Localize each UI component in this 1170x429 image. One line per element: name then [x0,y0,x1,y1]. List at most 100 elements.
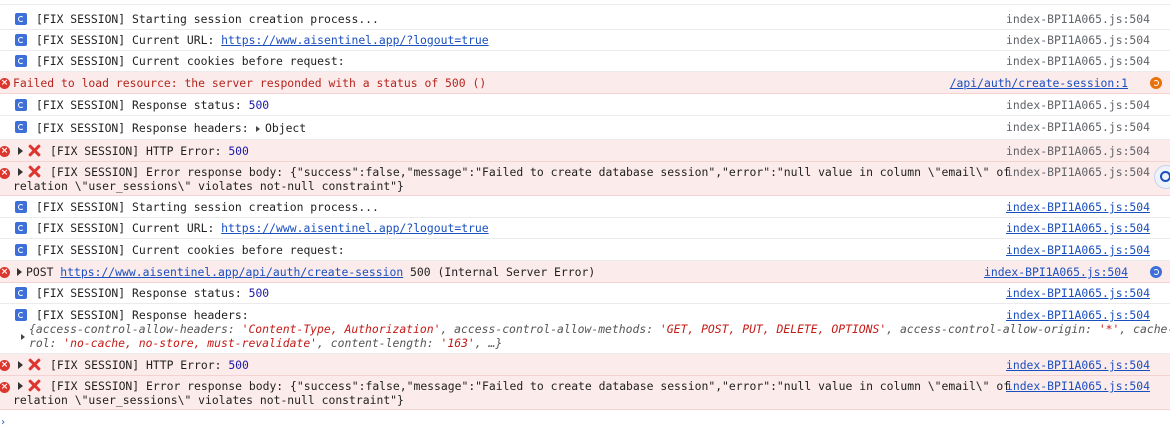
console-row: [FIX SESSION] Current cookies before req… [0,239,1170,261]
header-value: 'Content-Type, Authorization' [241,322,441,336]
console-error-row: × [FIX SESSION] Error response body: {"s… [0,376,1170,410]
log-message: [FIX SESSION] Response status: [36,286,249,300]
console-row: [FIX SESSION] Starting session creation … [0,196,1170,218]
info-icon [15,34,27,46]
info-icon [15,55,27,67]
header-value: '163' [440,336,475,350]
header-key: , access-control-allow-methods: [440,322,660,336]
info-icon [15,287,27,299]
log-source-link[interactable]: index-BPI1A065.js:504 [1006,308,1150,323]
info-icon [15,222,27,234]
http-method: POST [26,265,61,279]
log-message: [FIX SESSION] Starting session creation … [36,12,379,26]
log-message: [FIX SESSION] Response headers: [36,308,249,322]
console-row: [FIX SESSION] Response headers: index-BP… [0,304,1170,354]
log-source-link[interactable]: index-BPI1A065.js:504 [1006,12,1150,27]
log-source-link[interactable]: /api/auth/create-session:1 [950,76,1128,91]
url-link[interactable]: https://www.aisentinel.app/api/auth/crea… [60,265,403,279]
log-source-link[interactable]: index-BPI1A065.js:504 [1006,33,1150,48]
x-icon [28,358,41,371]
log-source-link[interactable]: index-BPI1A065.js:504 [1006,221,1150,236]
console-error-row: × [FIX SESSION] Error response body: {"s… [0,162,1170,196]
x-icon [28,144,41,157]
x-icon [28,165,41,178]
log-source-link[interactable]: index-BPI1A065.js:504 [1006,286,1150,301]
log-message: [FIX SESSION] Current URL: [36,33,222,47]
console-row: [FIX SESSION] Current cookies before req… [0,51,1170,72]
expand-toggle-icon[interactable] [18,361,23,369]
error-icon: × [0,78,10,89]
status-value: 500 [228,358,249,372]
header-key: , content-length: [317,336,441,350]
x-icon [28,379,41,392]
console-prompt[interactable]: › [0,418,6,428]
log-message: [FIX SESSION] Current cookies before req… [36,54,345,68]
status-value: 500 [248,98,270,112]
log-source-link[interactable]: index-BPI1A065.js:504 [984,265,1128,280]
console-row: [FIX SESSION] Response status: 500 index… [0,283,1170,304]
console-error-row: × POST https://www.aisentinel.app/api/au… [0,261,1170,283]
error-icon: × [0,360,10,371]
log-message: [FIX SESSION] Response headers: [36,121,256,135]
header-value: 'GET, POST, PUT, DELETE, OPTIONS' [659,322,887,336]
info-icon [15,13,27,25]
console-error-row: × Failed to load resource: the server re… [0,72,1170,94]
log-message: [FIX SESSION] Error response body: {"suc… [50,165,1011,179]
headers-preview-line2[interactable]: rol: 'no-cache, no-store, must-revalidat… [29,336,502,351]
log-source-link[interactable]: index-BPI1A065.js:504 [1006,358,1150,373]
info-icon [15,309,27,321]
log-source-link[interactable]: index-BPI1A065.js:504 [1006,144,1150,159]
log-source-link[interactable]: index-BPI1A065.js:504 [1006,98,1150,113]
info-icon [15,99,27,111]
console-row-cut [0,0,1170,5]
header-key: rol: [29,336,64,350]
expand-toggle-icon[interactable] [18,382,23,390]
console-row: [FIX SESSION] Response headers: Object i… [0,116,1170,140]
error-icon: × [0,382,10,393]
error-icon: × [0,146,10,157]
header-key: , access-control-allow-origin: [886,322,1099,336]
header-key: , …} [474,336,503,350]
error-icon: × [0,168,10,179]
log-message: [FIX SESSION] Error response body: {"suc… [50,379,1011,393]
object-label[interactable]: Object [265,121,306,136]
log-source-link[interactable]: index-BPI1A065.js:504 [1006,379,1150,394]
info-icon [15,244,27,256]
log-message: [FIX SESSION] HTTP Error: [50,358,229,372]
log-message: [FIX SESSION] Starting session creation … [36,200,379,214]
expand-toggle-icon[interactable] [18,147,23,155]
console-row: [FIX SESSION] Starting session creation … [0,8,1170,30]
log-message: Failed to load resource: the server resp… [13,76,487,90]
log-source-link[interactable]: index-BPI1A065.js:504 [1006,120,1150,135]
log-source-link[interactable]: index-BPI1A065.js:504 [1006,54,1150,69]
log-source-link[interactable]: index-BPI1A065.js:504 [1006,243,1150,258]
headers-preview-line1[interactable]: {access-control-allow-headers: 'Content-… [29,322,1170,337]
url-link[interactable]: https://www.aisentinel.app/?logout=true [221,221,488,235]
info-icon [15,121,27,133]
console-row: [FIX SESSION] Current URL: https://www.a… [0,30,1170,51]
url-link[interactable]: https://www.aisentinel.app/?logout=true [221,33,488,47]
header-value: '*' [1098,322,1120,336]
header-value: 'no-cache, no-store, must-revalidate' [63,336,318,350]
info-icon [15,201,27,213]
log-message: [FIX SESSION] Current cookies before req… [36,243,345,257]
header-key: , cache-cont [1119,322,1170,336]
log-message: [FIX SESSION] Response status: [36,98,249,112]
console-row: [FIX SESSION] Current URL: https://www.a… [0,218,1170,239]
status-value: 500 [228,144,249,158]
network-icon[interactable] [1150,77,1162,89]
log-source-link[interactable]: index-BPI1A065.js:504 [1006,165,1150,180]
log-message: [FIX SESSION] HTTP Error: [50,144,229,158]
log-message-continued: relation \"user_sessions\" violates not-… [13,393,404,407]
log-source-link[interactable]: index-BPI1A065.js:504 [1006,200,1150,215]
expand-toggle-icon[interactable] [21,334,25,340]
console-error-row: × [FIX SESSION] HTTP Error: 500 index-BP… [0,354,1170,376]
header-key: access-control-allow-headers: [35,322,242,336]
console-row: [FIX SESSION] Response status: 500 index… [0,94,1170,116]
expand-toggle-icon[interactable] [18,168,23,176]
expand-toggle-icon[interactable] [17,268,22,276]
expand-toggle-icon[interactable] [256,126,260,132]
log-message-continued: relation \"user_sessions\" violates not-… [13,179,404,193]
network-icon[interactable] [1150,266,1162,278]
log-message: 500 (Internal Server Error) [403,265,596,279]
